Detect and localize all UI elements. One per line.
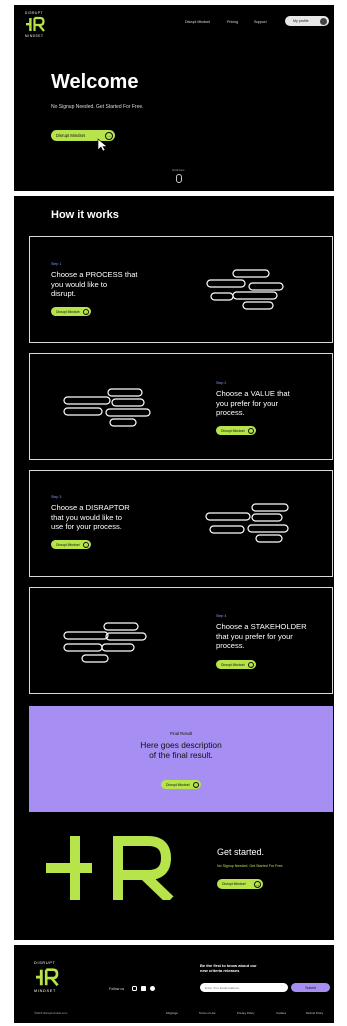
user-icon: [320, 17, 327, 25]
nav-item-support[interactable]: Support: [254, 20, 267, 24]
arrow-right-icon: →: [83, 308, 89, 315]
step-title: Choose a STAKEHOLDER that you prefer for…: [216, 622, 307, 651]
newsletter-email-input[interactable]: [200, 983, 288, 992]
step-cta-label: Disrupt Mindset: [56, 309, 80, 314]
step-card-2: Step 2 Choose a VALUE that you prefer fo…: [29, 353, 333, 460]
final-result-cta-label: Disrupt Mindset: [166, 782, 190, 787]
newsletter-title: Be the first to know about our new crite…: [200, 963, 257, 973]
step-cta-button[interactable]: Disrupt Mindset →: [216, 426, 256, 435]
step-cta-button[interactable]: Disrupt Mindset →: [51, 540, 91, 549]
logo-mark-icon: [26, 16, 45, 32]
get-started-title: Get started.: [217, 847, 265, 857]
final-result-cta-button[interactable]: Disrupt Mindset →: [161, 780, 201, 789]
final-result-label: Final Result: [169, 731, 193, 736]
newsletter-submit-button[interactable]: Submit: [291, 983, 330, 992]
final-result-panel: Final Result Here goes description of th…: [29, 706, 333, 812]
instagram-icon[interactable]: [132, 986, 137, 991]
step-title: Choose a VALUE that you prefer for your …: [216, 389, 290, 418]
step-card-1: Step 1 Choose a PROCESS that you would l…: [29, 236, 333, 343]
arrow-right-icon: →: [83, 541, 89, 548]
get-started-cta-button[interactable]: Disrupt Mindset →: [217, 879, 263, 889]
logo-top-text: DISRUPT: [25, 11, 44, 15]
linkedin-icon[interactable]: [141, 986, 146, 991]
arrow-right-icon: →: [248, 427, 254, 434]
logo[interactable]: DISRUPT MINDSET: [25, 11, 49, 41]
submit-label: Submit: [305, 986, 316, 990]
step-cta-button[interactable]: Disrupt Mindset →: [51, 307, 91, 316]
scroll-label: Scroll down: [172, 169, 185, 172]
hero-section: DISRUPT MINDSET Disrupt Mindset Pricing …: [14, 5, 334, 191]
final-result-description: Here goes description of the final resul…: [140, 740, 222, 760]
step-label: Step 1: [51, 262, 62, 266]
cursor-icon: [97, 138, 108, 152]
copyright: ©2023 disruptmindset.com: [34, 1011, 68, 1015]
step-cta-label: Disrupt Mindset: [56, 542, 80, 547]
step-label: Step 3: [51, 495, 62, 499]
logo-bottom-text: MINDSET: [25, 34, 44, 38]
logo-top-text: DISRUPT: [34, 961, 56, 965]
footer-logo[interactable]: DISRUPT MINDSET: [34, 961, 64, 1003]
step-label: Step 4: [216, 614, 227, 618]
profile-label: My profile: [293, 19, 309, 23]
arrow-right-icon: →: [248, 661, 254, 668]
follow-label: Follow us: [109, 987, 125, 991]
step-card-4: Step 4 Choose a STAKEHOLDER that you pre…: [29, 587, 333, 694]
step-cta-label: Disrupt Mindset: [221, 428, 245, 433]
step-cta-label: Disrupt Mindset: [221, 662, 245, 667]
footer-link-refund[interactable]: Refund Policy: [306, 1011, 323, 1015]
step-title: Choose a DISRAPTOR that you would like t…: [51, 503, 130, 532]
process-options-illustration: [206, 269, 284, 310]
arrow-right-icon: →: [193, 781, 199, 788]
stakeholder-options-illustration: [63, 622, 147, 663]
nav-item-disrupt-mindset[interactable]: Disrupt Mindset: [185, 20, 210, 24]
footer-link-cookies[interactable]: Cookies: [276, 1011, 286, 1015]
big-logo-mark-icon: [46, 836, 174, 900]
how-title: How it works: [51, 209, 119, 221]
step-title: Choose a PROCESS that you would like to …: [51, 270, 138, 299]
hero-cta-label: Disrupt Mindset: [56, 133, 86, 138]
logo-mark-icon: [36, 968, 59, 987]
footer-link-privacy[interactable]: Privacy Policy: [237, 1011, 254, 1015]
footer: DISRUPT MINDSET Follow us Be the first t…: [14, 945, 334, 1023]
arrow-right-icon: →: [254, 880, 261, 888]
footer-link-faq[interactable]: FAQpage: [166, 1011, 178, 1015]
github-icon[interactable]: [150, 986, 155, 991]
get-started-cta-label: Disrupt Mindset: [222, 882, 246, 886]
how-it-works-section: How it works Step 1 Choose a PROCESS tha…: [14, 196, 334, 940]
step-label: Step 2: [216, 381, 227, 385]
profile-button[interactable]: My profile: [285, 16, 329, 26]
disraptor-options-illustration: [205, 503, 289, 543]
footer-link-terms[interactable]: Terms of Use: [199, 1011, 215, 1015]
value-options-illustration: [63, 388, 151, 427]
hero-subtitle: No Signup Needed. Get Started For Free.: [51, 104, 144, 110]
get-started-subtitle: No Signup Needed. Get Started For Free.: [217, 864, 284, 868]
step-card-3: Step 3 Choose a DISRAPTOR that you would…: [29, 470, 333, 577]
logo-bottom-text: MINDSET: [34, 989, 56, 993]
hero-title: Welcome: [51, 71, 139, 93]
scroll-mouse-icon: [176, 174, 182, 183]
step-cta-button[interactable]: Disrupt Mindset →: [216, 660, 256, 669]
nav-item-pricing[interactable]: Pricing: [227, 20, 238, 24]
